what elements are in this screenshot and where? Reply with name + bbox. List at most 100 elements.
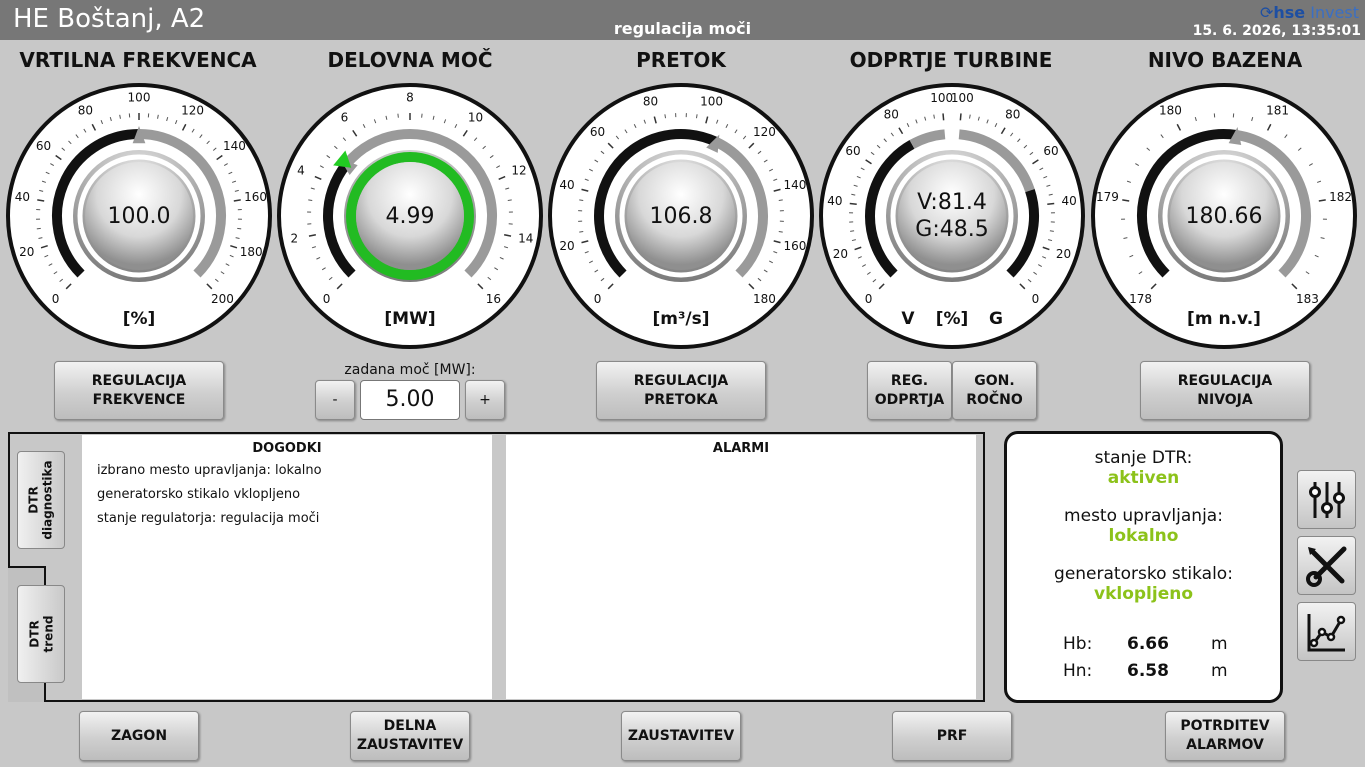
- maintenance-tools-button[interactable]: [1297, 536, 1356, 595]
- gauge-tick-label: 14: [518, 232, 533, 246]
- sliders-icon: [1308, 481, 1345, 518]
- gauge-tick-label: 179: [1096, 190, 1119, 204]
- zaustavitev-button[interactable]: ZAUSTAVITEV: [621, 711, 741, 761]
- dtr-state-label: stanje DTR:: [1094, 448, 1193, 468]
- gauge-tick-label: 80: [78, 103, 93, 117]
- tab-dtr-diagnostika[interactable]: DTR diagnostika: [17, 451, 65, 549]
- gauge-minor-tick: [778, 199, 783, 202]
- setpoint-decrease-button[interactable]: -: [315, 380, 355, 420]
- gauge-nivo-bazena: 178 179 180 181 182 183 180.66 [m n.v.]: [1090, 82, 1358, 350]
- trend-chart-button[interactable]: [1297, 602, 1356, 661]
- gauge-tick-label: 100: [951, 91, 974, 105]
- gauge-title-frekvenca: VRTILNA FREKVENCA: [19, 48, 257, 72]
- alarms-list[interactable]: ALARMI: [506, 435, 976, 699]
- gauge-tick-label: 60: [36, 139, 51, 153]
- hn-value: 6.58: [1127, 661, 1169, 681]
- gauge-readout: 106.8: [650, 204, 713, 229]
- gauge-minor-tick: [933, 114, 935, 119]
- regulacija-nivoja-button[interactable]: REGULACIJA NIVOJA: [1140, 361, 1310, 420]
- gauge-tick-label: 100: [930, 91, 953, 105]
- gauge-readout: 100.0: [108, 204, 171, 229]
- gauge-minor-tick: [36, 227, 41, 230]
- setpoint-increase-button[interactable]: +: [465, 380, 505, 420]
- potrditev-alarmov-button[interactable]: POTRDITEV ALARMOV: [1165, 711, 1285, 761]
- gauge-unit-v: V: [901, 309, 915, 329]
- gauge-major-tick: [959, 113, 962, 121]
- gauge-major-tick: [942, 113, 945, 121]
- hb-value: 6.66: [1127, 634, 1169, 654]
- gauge-knob: [898, 162, 1006, 270]
- setpoint-label: zadana moč [MW]:: [344, 362, 476, 378]
- gauge-tick-label: 60: [845, 144, 860, 158]
- gauge-tick-label: 10: [468, 110, 483, 124]
- gauge-tick-label: 160: [784, 239, 807, 253]
- trend-chart-icon: [1307, 613, 1345, 651]
- control-location-value: lokalno: [1108, 526, 1179, 546]
- regulacija-pretoka-button[interactable]: REGULACIJA PRETOKA: [596, 361, 766, 420]
- list-item: izbrano mesto upravljanja: lokalno: [97, 463, 322, 478]
- gauge-tick-label: 80: [884, 107, 899, 121]
- gauge-tick-label: 20: [833, 247, 848, 261]
- gauge-tick-label: 40: [559, 178, 574, 192]
- gauge-minor-tick: [1049, 230, 1054, 232]
- gauge-minor-tick: [969, 114, 971, 119]
- tab-dtr-trend[interactable]: DTR trend: [17, 585, 65, 683]
- events-list[interactable]: DOGODKI izbrano mesto upravljanja: lokal…: [82, 435, 492, 699]
- zagon-button[interactable]: ZAGON: [79, 711, 199, 761]
- gauge-unit: [m n.v.]: [1187, 309, 1261, 329]
- gauge-readout-g: G:48.5: [915, 217, 988, 242]
- gauge-frekvenca: 0 20 40 60 80 100 120 140 160 180 200 100.0 [%]: [5, 82, 273, 350]
- tools-icon: [1305, 546, 1346, 587]
- gauge-tick-label: 120: [753, 125, 776, 139]
- gauge-unit-g: G: [989, 309, 1003, 329]
- gauge-minor-tick: [664, 114, 667, 119]
- gauge-minor-tick: [507, 199, 512, 202]
- gauge-minor-tick: [579, 199, 584, 202]
- gauge-readout: 180.66: [1186, 204, 1263, 229]
- gauge-tick-label: 4: [297, 163, 305, 177]
- control-location-label: mesto upravljanja:: [1064, 506, 1223, 526]
- gauge-tick-label: 80: [643, 95, 658, 109]
- gauge-tick-label: 8: [406, 91, 414, 105]
- gauge-tick-label: 60: [1043, 144, 1058, 158]
- gauge-unit: [MW]: [384, 309, 435, 329]
- generator-switch-label: generatorsko stikalo:: [1054, 564, 1233, 584]
- gauge-title-odprtje: ODPRTJE TURBINE: [849, 48, 1053, 72]
- gauge-tick-label: 160: [244, 190, 267, 204]
- list-item: generatorsko stikalo vklopljeno: [97, 487, 301, 502]
- gauge-title-moc: DELOVNA MOČ: [327, 48, 493, 72]
- gauge-tick-label: 16: [486, 292, 501, 306]
- alarms-header: ALARMI: [712, 441, 770, 456]
- setpoint-input[interactable]: 5.00: [360, 380, 460, 420]
- gauge-tick-label: 20: [19, 245, 34, 259]
- gauge-tick-label: 6: [341, 110, 349, 124]
- title-bar: HE Boštanj, A2 regulacija moči ⟳hse Inve…: [0, 0, 1365, 40]
- gauge-tick-label: 0: [594, 292, 602, 306]
- gon-rocno-button[interactable]: GON. ROČNO: [952, 361, 1037, 420]
- hse-invest-logo: ⟳hse Invest: [1259, 3, 1359, 22]
- gauge-tick-label: 140: [784, 178, 807, 192]
- gauge-unit: [%]: [936, 309, 969, 329]
- gauge-readout: 4.99: [386, 204, 435, 229]
- gauge-minor-tick: [579, 230, 584, 233]
- gauge-tick-label: 183: [1296, 292, 1319, 306]
- gauge-tick-label: 180: [753, 292, 776, 306]
- events-header: DOGODKI: [252, 441, 322, 456]
- gauge-tick-label: 100: [700, 95, 723, 109]
- gauge-tick-label: 0: [865, 292, 873, 306]
- gauge-minor-tick: [778, 230, 783, 233]
- prf-button[interactable]: PRF: [892, 711, 1012, 761]
- gauge-major-tick: [1047, 202, 1055, 206]
- gauge-tick-label: 0: [1032, 292, 1040, 306]
- gauge-tick-label: 40: [827, 194, 842, 208]
- delna-zaustavitev-button[interactable]: DELNA ZAUSTAVITEV: [350, 711, 470, 761]
- regulacija-frekvence-button[interactable]: REGULACIJA FREKVENCE: [54, 361, 224, 420]
- reg-odprtja-button[interactable]: REG. ODPRTJA: [867, 361, 952, 420]
- gauge-tick-label: 200: [211, 292, 234, 306]
- settings-sliders-button[interactable]: [1297, 470, 1356, 529]
- datetime: 15. 6. 2026, 13:35:01: [1192, 23, 1361, 39]
- dtr-state-value: aktiven: [1107, 468, 1180, 488]
- gauge-minor-tick: [850, 230, 855, 232]
- gauge-readout-v: V:81.4: [917, 190, 987, 215]
- gauge-odprtje-turbine: 0 20 40 60 80 100 100 80 60 40 20 0 V:81.4 G:48.5 V [%]…: [818, 82, 1086, 350]
